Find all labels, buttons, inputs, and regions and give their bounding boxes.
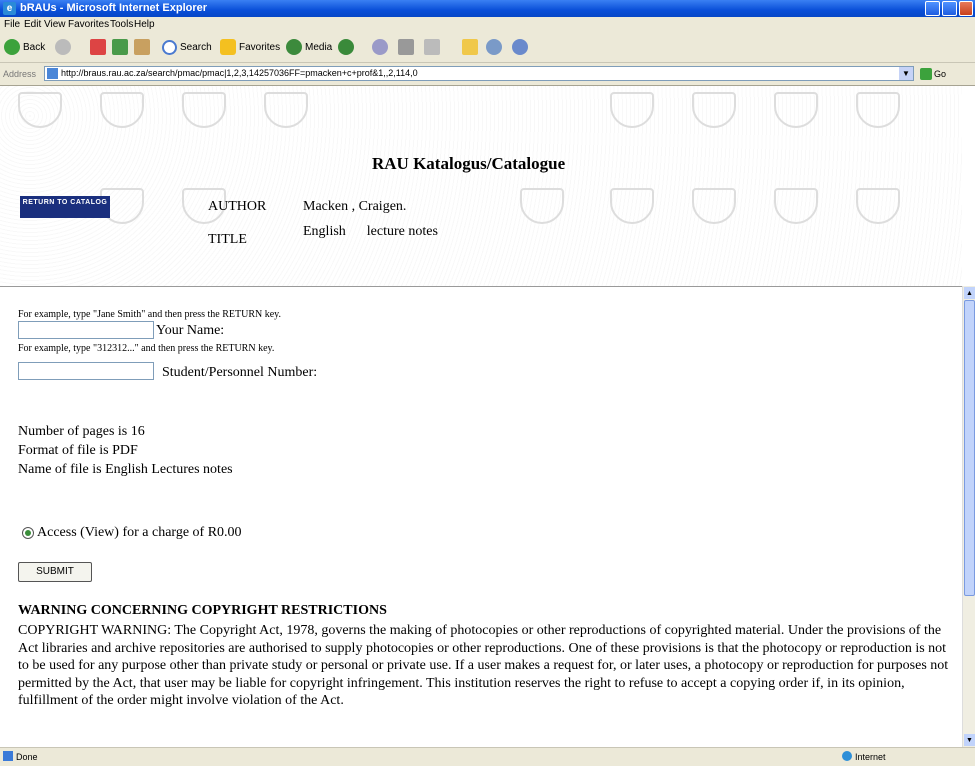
name-input[interactable] — [18, 321, 154, 339]
ie-logo-icon: e — [3, 2, 16, 15]
student-number-input[interactable] — [18, 362, 154, 380]
page-icon — [47, 68, 58, 79]
title-label: TITLE — [208, 232, 247, 247]
student-number-label: Student/Personnel Number: — [162, 365, 318, 380]
format-info: Format of file is PDF — [18, 443, 138, 458]
access-radio[interactable] — [22, 526, 34, 539]
edit-icon — [424, 39, 440, 55]
media-icon — [286, 39, 302, 55]
return-to-catalog-button[interactable]: RETURN TO CATALOG — [20, 196, 110, 218]
history-icon — [338, 39, 354, 55]
favorites-label: Favorites — [239, 41, 281, 53]
zone-text: Internet — [855, 752, 886, 762]
access-option-label: Access (View) for a charge of R0.00 — [37, 525, 242, 540]
vertical-scrollbar[interactable]: ▲ ▼ — [962, 286, 975, 747]
folder-icon — [462, 39, 478, 55]
name-label: Your Name: — [156, 323, 225, 338]
mail-button[interactable] — [372, 37, 388, 57]
back-arrow-icon — [4, 39, 20, 55]
catalogue-header: RAU Katalogus/Catalogue RETURN TO CATALO… — [0, 86, 962, 287]
author-label: AUTHOR — [208, 199, 267, 214]
refresh-button[interactable] — [112, 37, 128, 57]
home-button[interactable] — [134, 37, 150, 57]
menu-tools[interactable]: Tools — [110, 19, 133, 30]
window-titlebar: e bRAUs - Microsoft Internet Explorer — [0, 0, 975, 17]
pages-info: Number of pages is 16 — [18, 424, 145, 439]
minimize-button[interactable] — [925, 1, 940, 16]
go-label: Go — [934, 69, 947, 79]
refresh-icon — [112, 39, 128, 55]
menu-bar: File Edit View Favorites Tools Help — [0, 17, 975, 32]
media-button[interactable]: Media — [286, 37, 332, 57]
print-button[interactable] — [398, 37, 414, 57]
go-arrow-icon — [920, 68, 932, 80]
menu-view[interactable]: View — [44, 19, 66, 30]
forward-arrow-icon — [55, 39, 71, 55]
browser-toolbar: Back Search Favorites Media — [0, 32, 975, 63]
scroll-down-icon[interactable]: ▼ — [964, 734, 975, 746]
favorites-button[interactable]: Favorites — [220, 37, 280, 57]
search-icon — [162, 39, 177, 55]
history-button[interactable] — [338, 37, 354, 57]
edit-button[interactable] — [424, 37, 440, 57]
menu-help[interactable]: Help — [134, 19, 155, 30]
address-dropdown-icon[interactable]: ▼ — [899, 67, 913, 80]
mail-icon — [372, 39, 388, 55]
messenger-button[interactable] — [486, 37, 502, 57]
folder-button[interactable] — [462, 37, 478, 57]
scroll-up-icon[interactable]: ▲ — [964, 287, 975, 299]
title-value: English lecture notes — [303, 224, 438, 239]
menu-edit[interactable]: Edit — [24, 19, 41, 30]
address-bar: Address http://braus.rau.ac.za/search/pm… — [0, 63, 975, 86]
print-icon — [398, 39, 414, 55]
scroll-thumb[interactable] — [964, 300, 975, 596]
status-text: Done — [16, 752, 38, 762]
watermark-background — [0, 86, 962, 286]
close-button[interactable] — [959, 1, 973, 16]
maximize-button[interactable] — [942, 1, 957, 16]
address-url: http://braus.rau.ac.za/search/pmac/pmac|… — [61, 68, 418, 78]
menu-file[interactable]: File — [4, 19, 20, 30]
star-icon — [220, 39, 236, 55]
stop-icon — [90, 39, 106, 55]
number-hint: For example, type "312312..." and then p… — [18, 343, 275, 354]
address-label: Address — [3, 69, 37, 79]
stop-button[interactable] — [90, 37, 106, 57]
go-button[interactable]: Go — [920, 66, 950, 82]
warning-heading: WARNING CONCERNING COPYRIGHT RESTRICTION… — [18, 603, 387, 618]
tools-button[interactable] — [512, 37, 528, 57]
address-input[interactable]: http://braus.rau.ac.za/search/pmac/pmac|… — [44, 66, 914, 81]
name-hint: For example, type "Jane Smith" and then … — [18, 309, 282, 320]
filename-info: Name of file is English Lectures notes — [18, 462, 233, 477]
tools-icon — [512, 39, 528, 55]
forward-button[interactable] — [55, 37, 71, 57]
status-bar: Done Internet — [0, 747, 975, 766]
window-title: bRAUs - Microsoft Internet Explorer — [20, 2, 208, 14]
catalogue-title: RAU Katalogus/Catalogue — [372, 154, 566, 173]
messenger-icon — [486, 39, 502, 55]
back-button[interactable]: Back — [4, 37, 45, 57]
back-label: Back — [23, 41, 46, 53]
author-value: Macken , Craigen. — [303, 199, 407, 214]
home-icon — [134, 39, 150, 55]
submit-button[interactable]: SUBMIT — [18, 562, 92, 582]
search-label: Search — [180, 41, 212, 53]
warning-text: COPYRIGHT WARNING: The Copyright Act, 19… — [18, 623, 949, 708]
page-done-icon — [3, 751, 13, 761]
menu-favorites[interactable]: Favorites — [68, 19, 109, 30]
media-label: Media — [305, 41, 333, 53]
search-button[interactable]: Search — [162, 37, 212, 57]
access-option[interactable]: Access (View) for a charge of R0.00 — [22, 525, 242, 541]
internet-zone-icon — [842, 751, 852, 761]
